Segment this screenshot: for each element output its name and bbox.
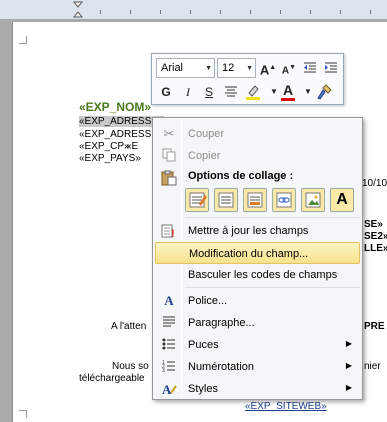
numbering-label: Numérotation <box>188 361 255 373</box>
center-align-icon <box>225 86 237 97</box>
submenu-arrow-icon: ▶ <box>345 339 352 348</box>
copy-label: Copier <box>188 150 221 162</box>
menu-item-bullets[interactable]: Puces ▶ <box>155 334 360 356</box>
styles-icon: A <box>161 381 177 397</box>
bold-button[interactable]: G <box>156 82 176 102</box>
format-painter-icon <box>317 84 332 100</box>
field-fragment-lle: LLE» <box>364 243 387 254</box>
font-size-value: 12 <box>222 62 235 74</box>
format-painter-button[interactable] <box>315 82 335 102</box>
svg-text:!: ! <box>171 228 175 239</box>
menu-item-styles[interactable]: A Styles ▶ <box>155 378 360 400</box>
field-exp-nom[interactable]: «EXP_NOM» <box>79 100 151 114</box>
font-size-select[interactable]: 12 ▼ <box>217 58 256 78</box>
paste-link-button[interactable] <box>272 188 296 212</box>
field-exp-siteweb[interactable]: «EXP_SITEWEB» <box>245 401 327 412</box>
paste-link-icon <box>276 192 292 208</box>
underline-button[interactable]: S <box>199 82 219 102</box>
indent-marker-icon[interactable] <box>73 1 83 19</box>
paste-merge-icon <box>218 192 234 208</box>
paragraph-icon <box>161 315 177 331</box>
chevron-down-icon: ▼ <box>246 65 253 72</box>
field-exp-cp[interactable]: «EXP_CP» <box>79 141 130 152</box>
highlight-color-button[interactable] <box>244 82 264 102</box>
paragraph-label: Paragraphe... <box>188 317 255 329</box>
submenu-arrow-icon: ▶ <box>345 383 352 392</box>
shrink-font-button[interactable]: A▼ <box>279 58 299 78</box>
font-name-value: Arial <box>161 62 184 74</box>
attention-line: A l'atten <box>111 321 147 332</box>
field-exp-adresse-selected[interactable]: «EXP_ADRESSE» <box>79 116 164 127</box>
font-icon: A <box>164 293 174 308</box>
font-label: Police... <box>188 295 228 307</box>
field-fragment-se: SE» <box>364 219 383 230</box>
copy-icon <box>161 148 177 164</box>
cut-label: Couper <box>188 128 225 140</box>
field-exp-pays[interactable]: «EXP_PAYS» <box>79 153 141 164</box>
styles-label: Styles <box>188 383 218 395</box>
update-fields-icon: ! <box>161 223 177 240</box>
paste-picture-button[interactable] <box>301 188 325 212</box>
highlighter-icon <box>246 85 260 100</box>
paste-keep-source-button[interactable] <box>185 188 209 212</box>
chevron-down-icon: ▼ <box>205 65 212 72</box>
grow-font-button[interactable]: A▲ <box>258 58 278 78</box>
horizontal-ruler[interactable] <box>0 0 387 20</box>
numbering-icon: 123 <box>161 359 177 375</box>
decrease-indent-icon <box>304 62 316 73</box>
center-align-button[interactable] <box>221 82 241 102</box>
toggle-field-codes-label: Basculer les codes de champs <box>188 269 338 281</box>
paste-picture-icon <box>305 192 321 208</box>
menu-item-cut[interactable]: ✂ Couper <box>155 123 360 145</box>
attention-line-end: PRE <box>364 321 385 332</box>
context-menu: ✂ Couper Copier Options de collage : A !… <box>152 117 363 400</box>
paste-merge-formatting-button[interactable] <box>214 188 238 212</box>
submenu-arrow-icon: ▶ <box>345 361 352 370</box>
menu-item-copy[interactable]: Copier <box>155 145 360 167</box>
date-fragment: 10/10/ <box>362 178 387 189</box>
paste-use-destination-button[interactable] <box>243 188 267 212</box>
menu-item-update-fields[interactable]: ! Mettre à jour les champs <box>155 220 360 242</box>
menu-item-edit-field[interactable]: Modification du champ... <box>155 242 360 264</box>
menu-item-toggle-field-codes[interactable]: Basculer les codes de champs <box>155 264 360 286</box>
telechargeable-text: téléchargeable <box>79 373 145 384</box>
increase-indent-icon <box>325 62 337 73</box>
font-color-letter: A <box>282 82 294 98</box>
field-fragment-se2: SE2» <box>364 231 387 242</box>
font-color-button[interactable]: A <box>278 80 298 101</box>
italic-button[interactable]: I <box>178 82 198 102</box>
increase-indent-button[interactable] <box>321 58 341 78</box>
grow-font-icon: A <box>259 62 270 78</box>
paste-destination-icon <box>247 192 263 208</box>
menu-item-numbering[interactable]: 123 Numérotation ▶ <box>155 356 360 378</box>
font-name-select[interactable]: Arial ▼ <box>156 58 215 78</box>
nous-line: Nous so <box>112 361 149 372</box>
update-fields-label: Mettre à jour les champs <box>188 225 309 237</box>
paste-options-header: Options de collage : <box>188 170 294 182</box>
paste-keep-formatting-icon <box>189 192 207 208</box>
clipboard-icon <box>161 170 177 186</box>
menu-item-font[interactable]: A Police... <box>155 290 360 312</box>
paste-text-only-button[interactable]: A <box>330 188 354 212</box>
mini-formatting-toolbar: Arial ▼ 12 ▼ A▲ A▼ G I S ▼ A ▼ <box>151 53 344 105</box>
scissors-icon: ✂ <box>163 126 175 141</box>
decrease-indent-button[interactable] <box>300 58 320 78</box>
svg-text:3: 3 <box>162 368 165 373</box>
paste-options-header-row: Options de collage : <box>155 167 360 187</box>
bullets-icon <box>161 337 177 353</box>
nous-line-end: nier <box>364 361 381 372</box>
menu-item-paragraph[interactable]: Paragraphe... <box>155 312 360 334</box>
font-color-swatch <box>281 98 295 101</box>
bullets-label: Puces <box>188 339 219 351</box>
svg-text:A: A <box>162 382 172 397</box>
edit-field-label: Modification du champ... <box>189 248 309 260</box>
field-exp-ville-partial[interactable]: «E <box>126 141 138 152</box>
